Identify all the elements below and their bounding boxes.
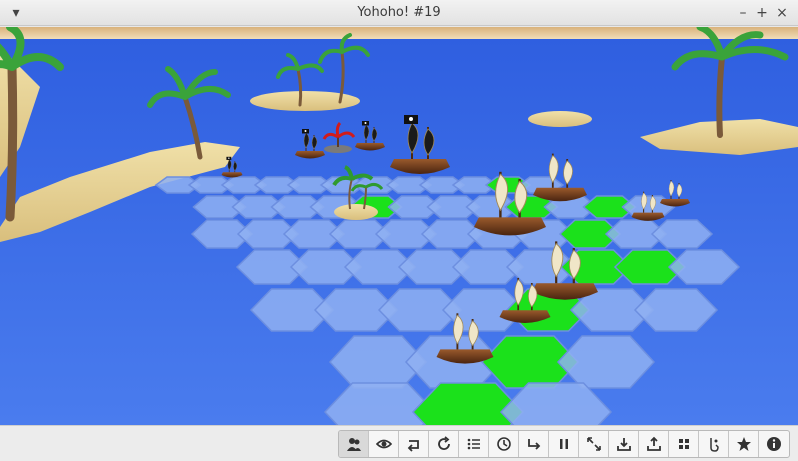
fullscreen-icon (586, 437, 601, 451)
redo-icon (527, 439, 540, 450)
undo-icon (407, 440, 419, 452)
maximize-icon[interactable]: + (752, 3, 772, 23)
island-small (528, 111, 592, 127)
star-icon (736, 437, 751, 451)
grid-button[interactable] (669, 431, 699, 457)
game-window: ▾ Yohoho! #19 – + × (0, 0, 798, 461)
clock-icon (496, 437, 511, 451)
moves-list-button[interactable] (459, 431, 489, 457)
players-button[interactable] (339, 431, 369, 457)
pause-icon (559, 439, 568, 449)
hint-button[interactable] (699, 431, 729, 457)
download-icon (616, 438, 631, 451)
window-title: Yohoho! #19 (357, 5, 441, 20)
view-button[interactable] (369, 431, 399, 457)
fullscreen-button[interactable] (579, 431, 609, 457)
upload-icon (646, 436, 661, 451)
hint-icon (709, 438, 719, 452)
grid-icon (678, 439, 689, 449)
close-icon[interactable]: × (772, 3, 792, 23)
restart-button[interactable] (429, 431, 459, 457)
board-scene[interactable] (0, 27, 798, 425)
sky (0, 27, 798, 39)
bottom-toolbar (0, 425, 798, 461)
info-button[interactable] (759, 431, 789, 457)
download-button[interactable] (609, 431, 639, 457)
redo-button[interactable] (519, 431, 549, 457)
game-board-view[interactable] (0, 27, 798, 425)
info-icon (767, 437, 781, 451)
list-icon (467, 438, 480, 450)
eye-icon (375, 439, 392, 449)
upload-button[interactable] (639, 431, 669, 457)
pause-button[interactable] (549, 431, 579, 457)
minimize-icon[interactable]: – (733, 3, 753, 23)
island-back (250, 91, 360, 111)
restart-icon (437, 436, 450, 450)
players-icon (346, 438, 361, 451)
toolbar-button-group (338, 430, 790, 458)
undo-button[interactable] (399, 431, 429, 457)
title-bar: ▾ Yohoho! #19 – + × (0, 0, 798, 26)
favorite-button[interactable] (729, 431, 759, 457)
clock-button[interactable] (489, 431, 519, 457)
